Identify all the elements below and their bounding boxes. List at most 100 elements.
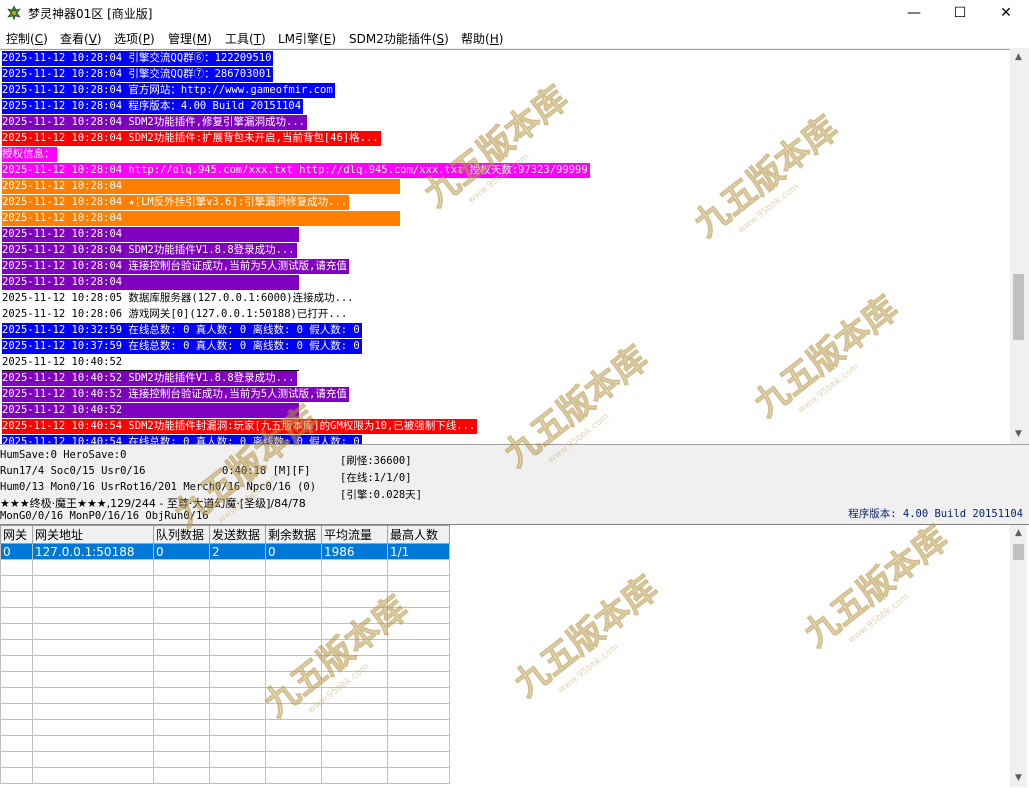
empty-cell xyxy=(265,767,322,784)
empty-row[interactable] xyxy=(0,639,450,656)
menu-view[interactable]: 查看(V) xyxy=(60,30,102,47)
col-max-users[interactable]: 最高人数 xyxy=(387,525,450,544)
log-line: 2025-11-12 10:28:04 ★[LM反外挂引擎v3.6]:引擎漏洞修… xyxy=(2,195,350,210)
empty-row[interactable] xyxy=(0,655,450,672)
col-gateway-address[interactable]: 网关地址 xyxy=(32,525,154,544)
grid-scrollbar[interactable]: ▲ ▼ xyxy=(1010,525,1027,787)
empty-cell xyxy=(0,607,33,624)
hum-stats: Hum0/13 Mon0/16 UsrRot16/201 Merch0/16 N… xyxy=(0,481,317,493)
empty-cell xyxy=(32,591,154,608)
menu-lm-engine[interactable]: LM引擎(E) xyxy=(278,30,336,47)
empty-cell xyxy=(265,591,322,608)
menu-options[interactable]: 选项(P) xyxy=(114,30,155,47)
col-gateway[interactable]: 网关 xyxy=(0,525,33,544)
empty-cell xyxy=(153,751,210,768)
empty-cell xyxy=(32,719,154,736)
empty-cell xyxy=(0,655,33,672)
empty-cell xyxy=(321,591,388,608)
empty-cell xyxy=(387,719,450,736)
log-panel[interactable]: 2025-11-12 10:28:04 引擎交流QQ群⑥：122209510 20… xyxy=(0,49,1010,444)
menu-control[interactable]: 控制(C) xyxy=(6,30,48,47)
empty-cell xyxy=(153,671,210,688)
empty-cell xyxy=(387,639,450,656)
save-stats: HumSave:0 HeroSave:0 xyxy=(0,449,127,461)
empty-cell xyxy=(0,591,33,608)
empty-cell xyxy=(209,575,266,592)
empty-cell xyxy=(209,671,266,688)
empty-row[interactable] xyxy=(0,687,450,704)
empty-cell xyxy=(321,719,388,736)
maximize-button[interactable]: ☐ xyxy=(937,0,983,26)
empty-row[interactable] xyxy=(0,671,450,688)
gateway-table[interactable]: 网关 网关地址 队列数据 发送数据 剩余数据 平均流量 最高人数 0 127.0… xyxy=(0,525,450,784)
empty-cell xyxy=(387,655,450,672)
empty-cell xyxy=(387,703,450,720)
empty-cell xyxy=(321,767,388,784)
empty-row[interactable] xyxy=(0,703,450,720)
empty-cell xyxy=(0,559,33,576)
log-line: 2025-11-12 10:40:52 xyxy=(2,355,299,371)
empty-cell xyxy=(209,623,266,640)
brush-monster-count: [刷怪:36600] xyxy=(340,455,412,467)
empty-cell xyxy=(387,735,450,752)
empty-cell xyxy=(0,767,33,784)
close-button[interactable]: ✕ xyxy=(983,0,1029,26)
grid-scroll-up-icon[interactable]: ▲ xyxy=(1010,525,1027,542)
run-stats: Run17/4 Soc0/15 Usr0/16 xyxy=(0,465,146,477)
col-queue-data[interactable]: 队列数据 xyxy=(153,525,210,544)
empty-cell xyxy=(265,639,322,656)
scroll-down-icon[interactable]: ▼ xyxy=(1010,426,1027,443)
empty-cell xyxy=(387,559,450,576)
empty-cell xyxy=(321,751,388,768)
empty-cell xyxy=(265,671,322,688)
menu-help[interactable]: 帮助(H) xyxy=(461,30,503,47)
log-line: 2025-11-12 10:28:04 xyxy=(2,179,400,194)
empty-row[interactable] xyxy=(0,591,450,608)
empty-cell xyxy=(265,607,322,624)
col-send-data[interactable]: 发送数据 xyxy=(209,525,266,544)
empty-row[interactable] xyxy=(0,607,450,624)
empty-cell xyxy=(387,751,450,768)
log-line: 2025-11-12 10:40:52 xyxy=(2,403,299,418)
col-average-traffic[interactable]: 平均流量 xyxy=(321,525,388,544)
log-line: 2025-11-12 10:40:52 连接控制台验证成功,当前为5人测试版,请… xyxy=(2,387,349,402)
empty-cell xyxy=(32,639,154,656)
menu-manage[interactable]: 管理(M) xyxy=(168,30,212,47)
scroll-up-icon[interactable]: ▲ xyxy=(1010,49,1027,66)
log-line: 2025-11-12 10:28:04 程序版本：4.00 Build 2015… xyxy=(2,99,304,114)
minimize-button[interactable]: — xyxy=(891,0,937,26)
empty-cell xyxy=(321,671,388,688)
log-line: 2025-11-12 10:28:04 引擎交流QQ群⑦：286703001 xyxy=(2,67,274,82)
empty-cell xyxy=(153,687,210,704)
empty-cell xyxy=(153,607,210,624)
empty-row[interactable] xyxy=(0,735,450,752)
menu-sdm2-plugin[interactable]: SDM2功能插件(S) xyxy=(349,30,449,47)
empty-cell xyxy=(321,607,388,624)
empty-row[interactable] xyxy=(0,559,450,576)
log-line: 2025-11-12 10:28:04 xyxy=(2,227,299,242)
empty-row[interactable] xyxy=(0,719,450,736)
empty-row[interactable] xyxy=(0,767,450,784)
empty-cell xyxy=(0,671,33,688)
menu-tools[interactable]: 工具(T) xyxy=(225,30,266,47)
empty-cell xyxy=(321,559,388,576)
empty-row[interactable] xyxy=(0,575,450,592)
col-remaining-data[interactable]: 剩余数据 xyxy=(265,525,322,544)
log-scrollbar[interactable]: ▲ ▼ xyxy=(1010,49,1027,443)
empty-row[interactable] xyxy=(0,623,450,640)
empty-cell xyxy=(387,623,450,640)
grid-scroll-down-icon[interactable]: ▼ xyxy=(1010,770,1027,787)
log-line: 2025-11-12 10:40:54 SDM2功能插件封漏洞:玩家[九五版本库… xyxy=(2,419,478,434)
program-version: 程序版本: 4.00 Build 20151104 xyxy=(848,508,1023,520)
grid-scroll-thumb[interactable] xyxy=(1013,544,1024,560)
empty-cell xyxy=(153,575,210,592)
empty-cell xyxy=(153,703,210,720)
empty-row[interactable] xyxy=(0,751,450,768)
table-row[interactable]: 0 127.0.0.1:50188 0 2 0 1986 1/1 xyxy=(0,543,450,560)
empty-cell xyxy=(153,623,210,640)
empty-cell xyxy=(32,735,154,752)
cell-queue: 0 xyxy=(153,543,210,560)
empty-cell xyxy=(209,767,266,784)
scroll-thumb[interactable] xyxy=(1013,274,1024,340)
empty-cell xyxy=(153,655,210,672)
